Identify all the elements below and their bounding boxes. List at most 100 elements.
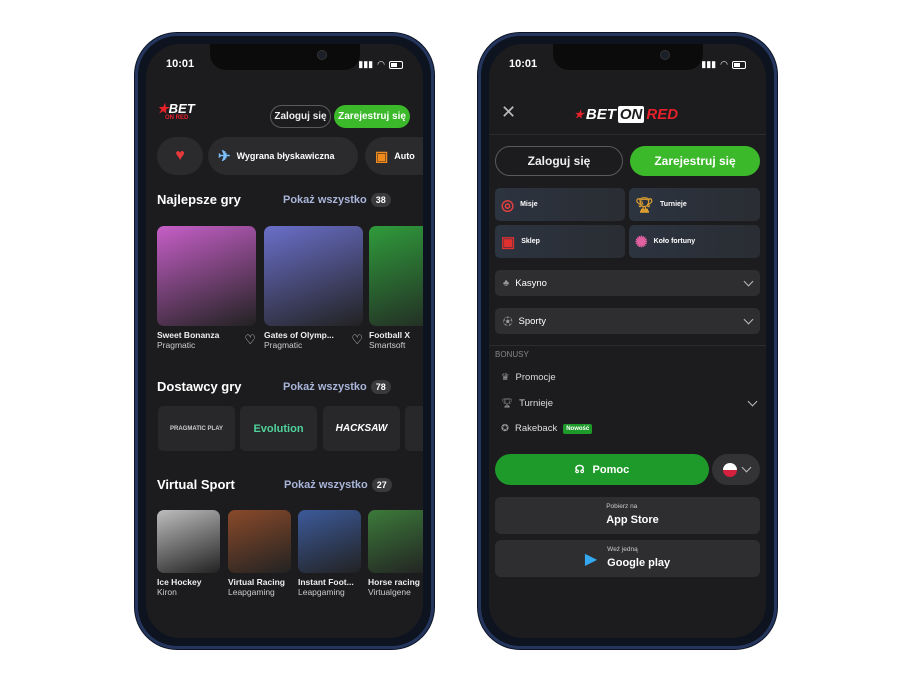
plane-icon: ✈ bbox=[218, 148, 231, 165]
show-all-link[interactable]: Pokaż wszystko 78 bbox=[283, 380, 391, 394]
chip-auto[interactable]: ▣ Auto bbox=[365, 137, 423, 175]
game-thumbnail[interactable] bbox=[298, 510, 361, 573]
status-icons: ▮▮▮ ◠ bbox=[701, 59, 746, 70]
trophy-icon: 🏆︎ bbox=[501, 398, 514, 409]
wheel-icon: ✺ bbox=[635, 233, 648, 251]
logo[interactable]: ★ BET ON RED bbox=[574, 106, 678, 123]
bonus-header: BONUSY bbox=[495, 350, 529, 359]
menu-tournaments[interactable]: 🏆︎ Turnieje bbox=[501, 396, 758, 409]
heart-outline-icon[interactable]: ♡ bbox=[351, 332, 363, 348]
game-thumbnail[interactable] bbox=[157, 510, 220, 573]
slot-icon: ▣ bbox=[375, 147, 389, 164]
section-title: Najlepsze gry bbox=[157, 192, 241, 207]
signal-icon: ▮▮▮ bbox=[701, 59, 717, 69]
help-button[interactable]: ☊ Pomoc bbox=[495, 454, 709, 485]
ball-icon: ⚽︎ bbox=[503, 317, 513, 328]
game-name: Horse racing bbox=[368, 577, 420, 587]
google-play-icon: ▶ bbox=[584, 550, 598, 568]
heart-outline-icon[interactable]: ♡ bbox=[244, 332, 256, 348]
logo[interactable]: ★BET ON RED bbox=[157, 102, 195, 121]
game-card[interactable]: Sweet Bonanza Pragmatic ♡ bbox=[157, 226, 256, 350]
game-provider: Leapgaming bbox=[228, 587, 275, 597]
status-icons: ▮▮▮ ◠ bbox=[358, 59, 403, 70]
provider-pragmatic[interactable]: PRAGMATIC PLAY bbox=[158, 406, 235, 451]
game-thumbnail[interactable] bbox=[264, 226, 363, 326]
divider bbox=[489, 134, 766, 135]
shop-icon: ▣ bbox=[501, 233, 516, 251]
count-badge: 38 bbox=[370, 193, 391, 207]
provider-more[interactable] bbox=[405, 406, 423, 451]
signal-icon: ▮▮▮ bbox=[358, 59, 374, 69]
status-time: 10:01 bbox=[166, 58, 195, 70]
show-all-link[interactable]: Pokaż wszystko 27 bbox=[284, 478, 392, 492]
menu-sports[interactable]: ⚽︎ Sporty bbox=[495, 308, 760, 334]
game-provider: Pragmatic bbox=[264, 340, 303, 350]
game-card[interactable]: Instant Foot... Leapgaming bbox=[298, 510, 361, 597]
game-provider: Pragmatic bbox=[157, 340, 196, 350]
screen-menu: 10:01 ▮▮▮ ◠ ✕ ★ BET ON RED Zaloguj się Zarej… bbox=[489, 44, 766, 638]
game-card[interactable]: Gates of Olymp... Pragmatic ♡ bbox=[264, 226, 363, 350]
heart-icon: ♥ bbox=[175, 147, 185, 164]
status-time: 10:01 bbox=[509, 58, 538, 70]
game-thumbnail[interactable] bbox=[157, 226, 256, 326]
game-thumbnail[interactable] bbox=[369, 226, 423, 326]
game-card[interactable]: Virtual Racing Leapgaming bbox=[228, 510, 291, 597]
game-thumbnail[interactable] bbox=[368, 510, 423, 573]
app-store-button[interactable]: Pobierz na App Store bbox=[495, 497, 760, 534]
chevron-down-icon bbox=[743, 314, 754, 324]
screen-home: 10:01 ▮▮▮ ◠ ★BET ON RED Zaloguj się Zarej… bbox=[146, 44, 423, 638]
provider-evolution[interactable]: Evolution bbox=[240, 406, 317, 451]
game-name: Instant Foot... bbox=[298, 577, 354, 587]
login-button[interactable]: Zaloguj się bbox=[495, 146, 623, 176]
google-play-button[interactable]: ▶ Weź jedną Google play bbox=[495, 540, 760, 577]
login-button[interactable]: Zaloguj się bbox=[270, 105, 331, 128]
game-name: Gates of Olymp... bbox=[264, 330, 334, 340]
wifi-icon: ◠ bbox=[720, 59, 728, 69]
tile-missions[interactable]: ◎ Misje bbox=[495, 188, 625, 221]
chevron-down-icon bbox=[741, 462, 751, 473]
chip-favorites[interactable]: ♥ bbox=[157, 137, 203, 175]
wifi-icon: ◠ bbox=[377, 59, 385, 69]
register-button[interactable]: Zarejestruj się bbox=[334, 105, 410, 128]
tile-wheel[interactable]: ✺ Koło fortuny bbox=[629, 225, 760, 258]
chip-label: Wygrana błyskawiczna bbox=[236, 151, 335, 161]
tile-shop[interactable]: ▣ Sklep bbox=[495, 225, 625, 258]
game-name: Sweet Bonanza bbox=[157, 330, 220, 340]
game-provider: Kiron bbox=[157, 587, 177, 597]
game-provider: Virtualgene bbox=[368, 587, 411, 597]
game-provider: Leapgaming bbox=[298, 587, 345, 597]
close-icon[interactable]: ✕ bbox=[501, 102, 516, 123]
section-title: Dostawcy gry bbox=[157, 379, 242, 394]
provider-hacksaw[interactable]: HACKSAW bbox=[323, 406, 400, 451]
trophy-icon: 🏆︎ bbox=[635, 196, 655, 214]
notch bbox=[552, 44, 703, 70]
game-thumbnail[interactable] bbox=[228, 510, 291, 573]
crown-icon: ♛ bbox=[501, 372, 510, 383]
menu-rakeback[interactable]: ✪ Rakeback Nowość bbox=[501, 423, 593, 434]
poland-flag-icon bbox=[722, 462, 737, 477]
notch bbox=[209, 44, 360, 70]
menu-casino[interactable]: ♣ Kasyno bbox=[495, 270, 760, 296]
language-selector[interactable] bbox=[712, 454, 760, 485]
tile-tournaments[interactable]: 🏆︎ Turnieje bbox=[629, 188, 760, 221]
chip-label: Auto bbox=[394, 151, 415, 161]
count-badge: 27 bbox=[371, 478, 392, 492]
section-title: Virtual Sport bbox=[157, 477, 235, 492]
register-button[interactable]: Zarejestruj się bbox=[630, 146, 760, 176]
game-card[interactable]: Ice Hockey Kiron bbox=[157, 510, 220, 597]
game-name: Football X bbox=[369, 330, 411, 340]
chip-instant-win[interactable]: ✈ Wygrana błyskawiczna bbox=[208, 137, 358, 175]
phone-right: 10:01 ▮▮▮ ◠ ✕ ★ BET ON RED Zaloguj się Zarej… bbox=[478, 33, 777, 649]
game-provider: Smartsoft bbox=[369, 340, 406, 350]
medal-icon: ✪ bbox=[501, 423, 509, 434]
show-all-link[interactable]: Pokaż wszystko 38 bbox=[283, 193, 391, 207]
menu-promotions[interactable]: ♛ Promocje bbox=[501, 372, 556, 383]
chevron-down-icon bbox=[747, 396, 758, 407]
game-name: Virtual Racing bbox=[228, 577, 285, 587]
game-card[interactable]: Horse racing Virtualgene bbox=[368, 510, 423, 597]
divider bbox=[489, 345, 766, 346]
battery-icon bbox=[732, 60, 746, 69]
game-name: Ice Hockey bbox=[157, 577, 202, 587]
cherry-icon: ♣ bbox=[503, 277, 510, 289]
game-card[interactable]: Football X Smartsoft bbox=[369, 226, 423, 350]
